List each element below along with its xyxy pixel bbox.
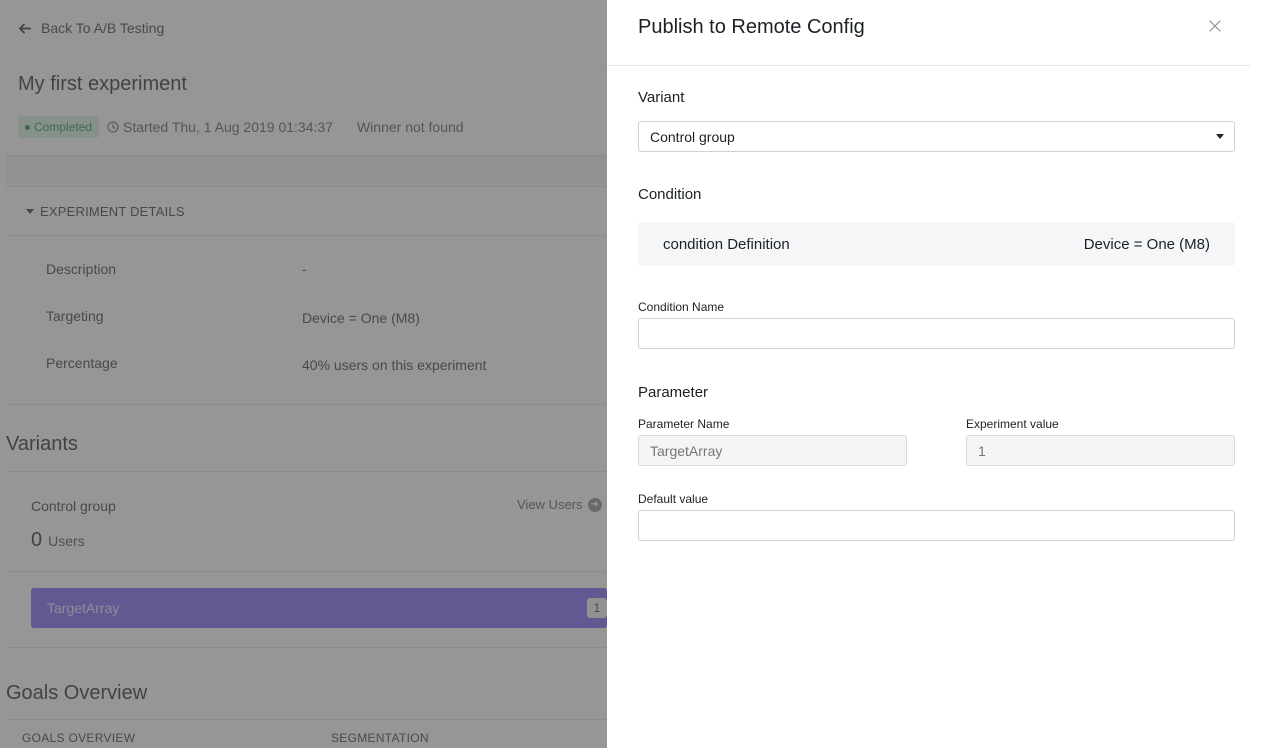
winner-text: Winner not found (356, 119, 464, 135)
variant-section-title: Variant (638, 89, 685, 106)
experiment-title: My first experiment (18, 73, 187, 95)
close-icon (1209, 20, 1221, 32)
segmentation-column-header: SEGMENTATION (331, 731, 429, 745)
status-dot-icon (25, 124, 30, 130)
status-badge: Completed (18, 116, 100, 138)
divider (6, 235, 607, 236)
caret-down-icon (1216, 134, 1224, 139)
variant-users: 0 Users (31, 529, 85, 552)
started-text: Started Thu, 1 Aug 2019 01:34:37 (123, 119, 333, 135)
parameter-section-title: Parameter (638, 384, 709, 401)
arrow-right-circle-icon: ➜ (587, 497, 602, 512)
condition-definition-box: condition Definition Device = One (M8) (638, 222, 1235, 266)
parameter-bar-value: 1 (587, 598, 607, 618)
condition-name-input[interactable] (638, 318, 1235, 349)
drawer-title: Publish to Remote Config (638, 16, 865, 38)
view-users-label: View Users (517, 497, 583, 512)
status-badge-label: Completed (34, 120, 93, 134)
detail-value-description: - (302, 261, 307, 277)
goals-column-header: GOALS OVERVIEW (22, 731, 136, 745)
condition-section-title: Condition (638, 186, 702, 203)
parameter-name-input (638, 435, 907, 466)
detail-label-percentage: Percentage (46, 355, 118, 371)
back-link[interactable]: Back To A/B Testing (18, 20, 164, 36)
variant-select-value: Control group (650, 128, 735, 145)
detail-value-percentage: 40% users on this experiment (302, 357, 487, 373)
ab-test-detail-page: Back To A/B Testing My first experiment … (0, 0, 607, 748)
users-count: 0 (31, 529, 43, 551)
condition-definition-label: condition Definition (663, 236, 790, 253)
variant-select[interactable]: Control group (638, 121, 1235, 152)
publish-remote-config-drawer: Publish to Remote Config Variant Control… (607, 0, 1288, 748)
divider (6, 404, 607, 405)
parameter-bar-label: TargetArray (47, 600, 120, 616)
divider (6, 471, 607, 472)
modal-overlay[interactable] (0, 0, 607, 748)
users-label: Users (48, 533, 85, 549)
view-users-link[interactable]: View Users ➜ (517, 497, 602, 512)
experiment-status-row: Completed Started Thu, 1 Aug 2019 01:34:… (18, 116, 464, 138)
experiment-details-toggle[interactable]: EXPERIMENT DETAILS (26, 204, 185, 219)
parameter-bar[interactable]: TargetArray 1 (31, 588, 607, 628)
detail-label-targeting: Targeting (46, 308, 104, 324)
started-info: Started Thu, 1 Aug 2019 01:34:37 (107, 119, 333, 135)
divider (6, 186, 607, 187)
condition-definition-value: Device = One (M8) (1083, 236, 1210, 253)
close-button[interactable] (1205, 16, 1225, 36)
divider (6, 719, 607, 720)
default-value-label: Default value (638, 492, 709, 506)
divider (6, 647, 607, 648)
variant-group-name: Control group (31, 498, 116, 514)
arrow-left-icon (19, 22, 31, 34)
default-value-input[interactable] (638, 510, 1235, 541)
back-link-label: Back To A/B Testing (41, 20, 165, 36)
detail-label-description: Description (46, 261, 117, 277)
condition-name-label: Condition Name (638, 300, 725, 314)
variants-title: Variants (6, 433, 78, 455)
experiment-value-input (966, 435, 1235, 466)
divider (6, 571, 607, 572)
drawer-header-divider (607, 65, 1250, 66)
section-spacer (6, 156, 607, 186)
caret-down-icon (26, 209, 34, 214)
goals-overview-title: Goals Overview (6, 682, 148, 704)
parameter-name-label: Parameter Name (638, 417, 730, 431)
experiment-value-label: Experiment value (966, 417, 1059, 431)
clock-icon (107, 121, 119, 133)
experiment-details-header: EXPERIMENT DETAILS (40, 204, 185, 219)
detail-value-targeting: Device = One (M8) (302, 310, 420, 326)
